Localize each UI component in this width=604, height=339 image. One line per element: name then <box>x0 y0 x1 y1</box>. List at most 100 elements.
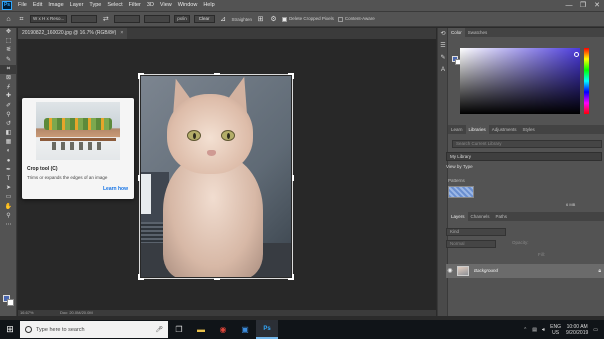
character-icon[interactable]: A <box>438 64 448 76</box>
view-by-select[interactable]: View by Type <box>446 164 473 169</box>
task-view-icon[interactable]: ❐ <box>168 320 190 339</box>
crop-handle-bottom-left[interactable] <box>138 274 144 280</box>
resolution-input[interactable] <box>144 15 171 23</box>
layer-name[interactable]: Background <box>474 267 498 275</box>
menu-window[interactable]: Window <box>175 0 201 11</box>
menu-file[interactable]: File <box>15 0 30 11</box>
notifications-icon[interactable]: ▭ <box>593 327 598 333</box>
tab-swatches[interactable]: Swatches <box>465 28 491 37</box>
menu-select[interactable]: Select <box>104 0 125 11</box>
more-tools-icon[interactable]: ⋯ <box>0 221 17 230</box>
patterns-group-label[interactable]: Patterns <box>448 178 465 183</box>
input-language[interactable]: ENG US <box>550 324 561 336</box>
marquee-tool-icon[interactable]: ⬚ <box>0 37 17 46</box>
type-tool-icon[interactable]: T <box>0 175 17 184</box>
gradient-tool-icon[interactable]: ▦ <box>0 138 17 147</box>
crop-handle-top-right[interactable] <box>288 73 294 79</box>
document-size[interactable]: Doc: 20.0M/20.0M <box>60 310 93 316</box>
resolution-unit-select[interactable]: px/in <box>174 15 190 23</box>
library-search-input[interactable]: Search Current Library <box>452 140 602 148</box>
eyedropper-tool-icon[interactable]: ᚋ <box>0 83 17 92</box>
crop-handle-bottom-right[interactable] <box>288 274 294 280</box>
close-button[interactable]: ✕ <box>590 0 604 11</box>
zoom-level[interactable]: 16.67% <box>20 310 34 315</box>
windows-start-icon[interactable]: ⊞ <box>0 320 20 339</box>
tab-layers[interactable]: Layers <box>448 212 468 221</box>
history-brush-tool-icon[interactable]: ↺ <box>0 120 17 129</box>
hand-tool-icon[interactable]: ✋ <box>0 203 17 212</box>
chrome-icon[interactable]: ◉ <box>212 320 234 339</box>
dodge-tool-icon[interactable]: ● <box>0 157 17 166</box>
clear-button[interactable]: Clear <box>193 15 215 23</box>
lasso-tool-icon[interactable]: ᓬ <box>0 46 17 55</box>
tab-styles[interactable]: Styles <box>520 125 538 134</box>
crop-icon[interactable]: ⌗ <box>17 15 26 24</box>
tab-learn[interactable]: Learn <box>448 125 466 134</box>
brushes-icon[interactable]: ✎ <box>438 52 448 64</box>
layer-row-background[interactable]: ◉ Background 🔒︎ <box>446 264 604 278</box>
brush-tool-icon[interactable]: ✐ <box>0 102 17 111</box>
zoom-tool-icon[interactable]: ⚲ <box>0 212 17 221</box>
tab-channels[interactable]: Channels <box>468 212 493 221</box>
volume-icon[interactable]: 🔊︎ <box>542 327 545 333</box>
tab-paths[interactable]: Paths <box>493 212 511 221</box>
close-tab-icon[interactable]: × <box>120 30 123 36</box>
crop-tool-icon[interactable]: ⌗ <box>0 64 17 74</box>
library-select[interactable]: My Library <box>446 152 602 161</box>
straighten-icon[interactable]: ⊿ <box>219 15 228 24</box>
lock-icon[interactable]: 🔒︎ <box>598 267 601 275</box>
crop-frame[interactable] <box>138 73 294 280</box>
color-picker-field[interactable] <box>460 48 580 114</box>
tab-color[interactable]: Color <box>448 28 465 37</box>
crop-handle-bottom[interactable] <box>214 278 220 280</box>
menu-type[interactable]: Type <box>86 0 104 11</box>
photoshop-taskbar-icon[interactable]: Ps <box>256 320 278 339</box>
file-explorer-icon[interactable]: ▬ <box>190 320 212 339</box>
crop-ratio-select[interactable]: W x H x Reso... <box>30 15 68 23</box>
rectangle-tool-icon[interactable]: ▭ <box>0 193 17 202</box>
tab-libraries[interactable]: Libraries <box>465 125 489 134</box>
blur-tool-icon[interactable]: ◐ <box>0 147 17 156</box>
menu-edit[interactable]: Edit <box>30 0 45 11</box>
maximize-button[interactable]: ❐ <box>576 0 590 11</box>
pattern-thumbnail[interactable] <box>448 186 474 198</box>
pen-tool-icon[interactable]: ✒ <box>0 166 17 175</box>
crop-height-input[interactable] <box>114 15 141 23</box>
straighten-label[interactable]: Straighten <box>232 17 253 22</box>
menu-image[interactable]: Image <box>45 0 66 11</box>
microphone-icon[interactable]: 🎤︎ <box>155 326 163 333</box>
clone-stamp-tool-icon[interactable]: ⚲ <box>0 111 17 120</box>
content-aware-checkbox[interactable]: Content-Aware <box>337 16 375 22</box>
menu-filter[interactable]: Filter <box>126 0 144 11</box>
hue-slider[interactable] <box>584 48 589 114</box>
color-picker-cursor[interactable] <box>574 52 579 57</box>
photos-icon[interactable]: ▣ <box>234 320 256 339</box>
crop-handle-left[interactable] <box>138 175 140 181</box>
network-icon[interactable]: ▤ <box>532 327 537 333</box>
gear-icon[interactable]: ⚙ <box>269 15 278 24</box>
minimize-button[interactable]: — <box>562 0 576 11</box>
move-tool-icon[interactable]: ✥ <box>0 28 17 37</box>
healing-brush-tool-icon[interactable]: ✚ <box>0 92 17 101</box>
clock[interactable]: 10:00 AM 9/20/2019 <box>566 324 588 336</box>
menu-view[interactable]: View <box>157 0 175 11</box>
path-select-tool-icon[interactable]: ➤ <box>0 184 17 193</box>
document-tab[interactable]: 20190822_160020.jpg @ 16.7% (RGB/8#) × <box>18 28 128 39</box>
home-icon[interactable]: ⌂ <box>4 15 13 24</box>
frame-tool-icon[interactable]: ⊠ <box>0 74 17 83</box>
history-icon[interactable]: ⟲ <box>438 28 448 40</box>
menu-help[interactable]: Help <box>200 0 217 11</box>
properties-icon[interactable]: ☰ <box>438 40 448 52</box>
crop-handle-top[interactable] <box>214 73 220 75</box>
tab-adjustments[interactable]: Adjustments <box>489 125 520 134</box>
blend-mode-select[interactable]: Normal <box>446 240 496 248</box>
quick-select-tool-icon[interactable]: ✎ <box>0 56 17 65</box>
learn-how-link[interactable]: Learn how <box>103 186 128 192</box>
swap-icon[interactable]: ⇄ <box>101 15 110 24</box>
crop-handle-top-left[interactable] <box>138 73 144 79</box>
eraser-tool-icon[interactable]: ◧ <box>0 129 17 138</box>
delete-cropped-checkbox[interactable]: Delete Cropped Pixels <box>282 16 334 22</box>
taskbar-search-box[interactable]: Type here to search 🎤︎ <box>20 321 168 338</box>
tray-chevron-icon[interactable]: ⌃ <box>523 327 527 333</box>
crop-width-input[interactable] <box>71 15 98 23</box>
